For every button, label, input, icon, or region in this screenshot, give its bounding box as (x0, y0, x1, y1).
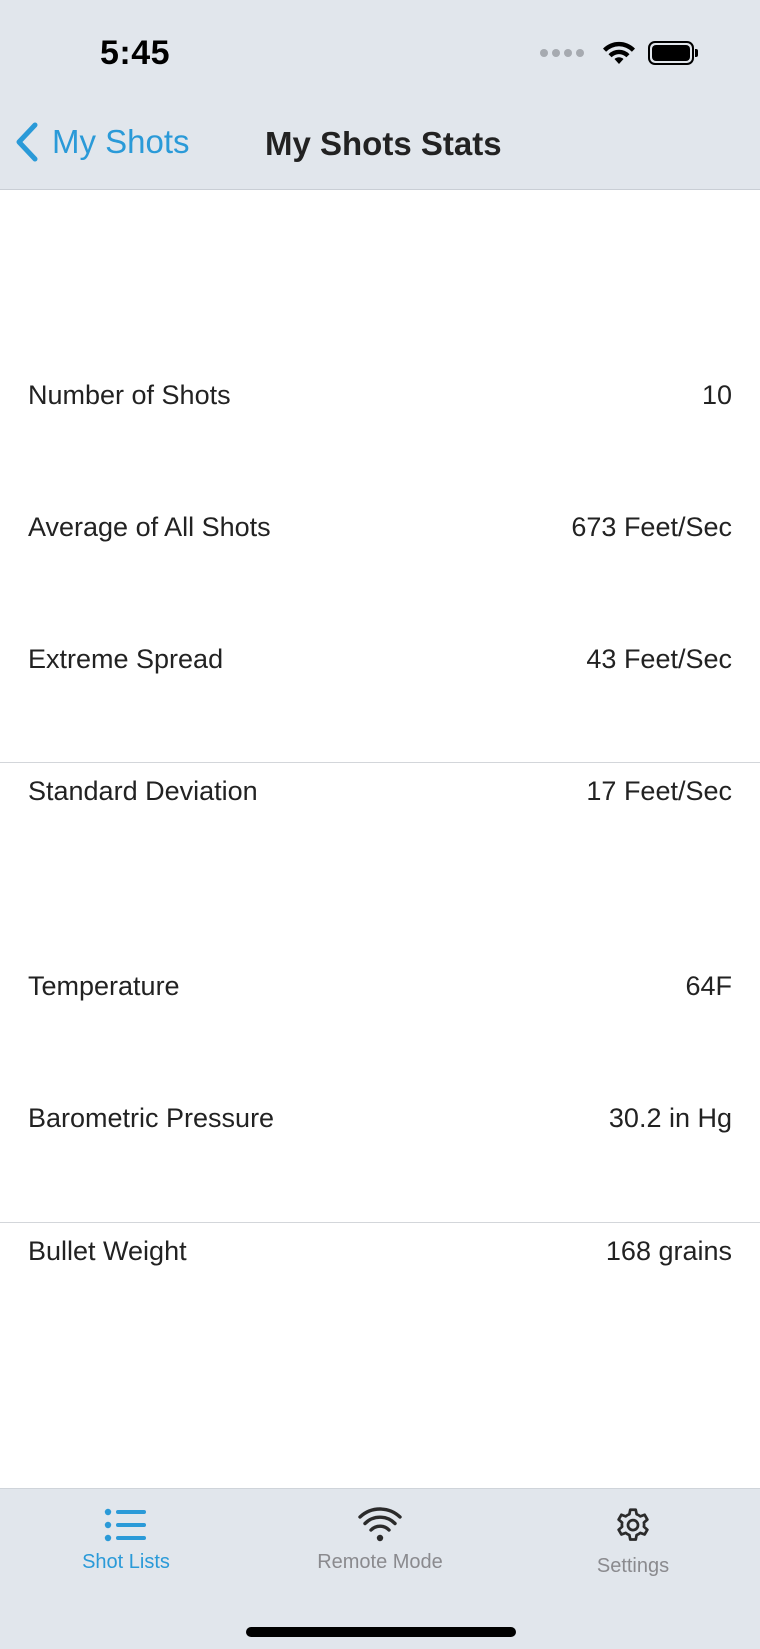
tab-label: Remote Mode (317, 1551, 443, 1573)
page-title: My Shots Stats (265, 125, 502, 162)
stat-row-average-of-all-shots: Average of All Shots 673 Feet/Sec (0, 499, 760, 555)
tab-label: Shot Lists (82, 1551, 170, 1573)
stat-row-barometric-pressure: Barometric Pressure 30.2 in Hg (0, 1090, 760, 1146)
screen: 5:45 My Shots My Shots Stats Number of S… (0, 0, 760, 1649)
wifi-icon (358, 1507, 402, 1542)
stat-row-standard-deviation: Standard Deviation 17 Feet/Sec (0, 763, 760, 819)
status-time: 5:45 (100, 34, 171, 72)
back-button[interactable]: My Shots (14, 122, 190, 162)
back-button-label: My Shots (52, 123, 190, 160)
tab-bar: Shot Lists Remote Mode Settings (0, 1488, 760, 1649)
stat-value: 30.2 in Hg (608, 1102, 732, 1133)
stat-value: 43 Feet/Sec (586, 643, 732, 674)
stat-label: Standard Deviation (28, 775, 258, 806)
stat-label: Temperature (28, 970, 180, 1001)
cellular-signal-icon (540, 49, 584, 57)
stat-value: 168 grains (605, 1235, 732, 1266)
stat-label: Number of Shots (28, 379, 231, 410)
list-icon (104, 1508, 146, 1542)
stat-value: 64F (685, 970, 732, 1001)
tab-shot-lists[interactable]: Shot Lists (26, 1507, 226, 1574)
stat-label: Extreme Spread (28, 643, 224, 674)
stat-label: Barometric Pressure (28, 1102, 275, 1133)
stat-label: Bullet Weight (28, 1235, 187, 1266)
tab-label: Settings (596, 1555, 670, 1577)
stat-value: 10 (701, 379, 732, 410)
home-indicator[interactable] (246, 1627, 516, 1637)
stat-row-bullet-weight: Bullet Weight 168 grains (0, 1223, 760, 1279)
stat-value: 17 Feet/Sec (586, 775, 732, 806)
chevron-left-icon (16, 122, 38, 162)
stat-row-number-of-shots: Number of Shots 10 (0, 367, 760, 423)
stat-row-temperature: Temperature 64F (0, 958, 760, 1014)
tab-settings[interactable]: Settings (533, 1507, 733, 1578)
tab-remote-mode[interactable]: Remote Mode (280, 1507, 480, 1574)
wifi-status-icon (603, 41, 635, 64)
stat-row-extreme-spread: Extreme Spread 43 Feet/Sec (0, 631, 760, 687)
top-chrome: 5:45 My Shots My Shots Stats (0, 0, 760, 190)
gear-icon (617, 1508, 649, 1541)
stat-label: Average of All Shots (28, 511, 271, 542)
battery-icon (648, 41, 698, 65)
stat-value: 673 Feet/Sec (571, 511, 732, 542)
status-icons (540, 40, 698, 66)
